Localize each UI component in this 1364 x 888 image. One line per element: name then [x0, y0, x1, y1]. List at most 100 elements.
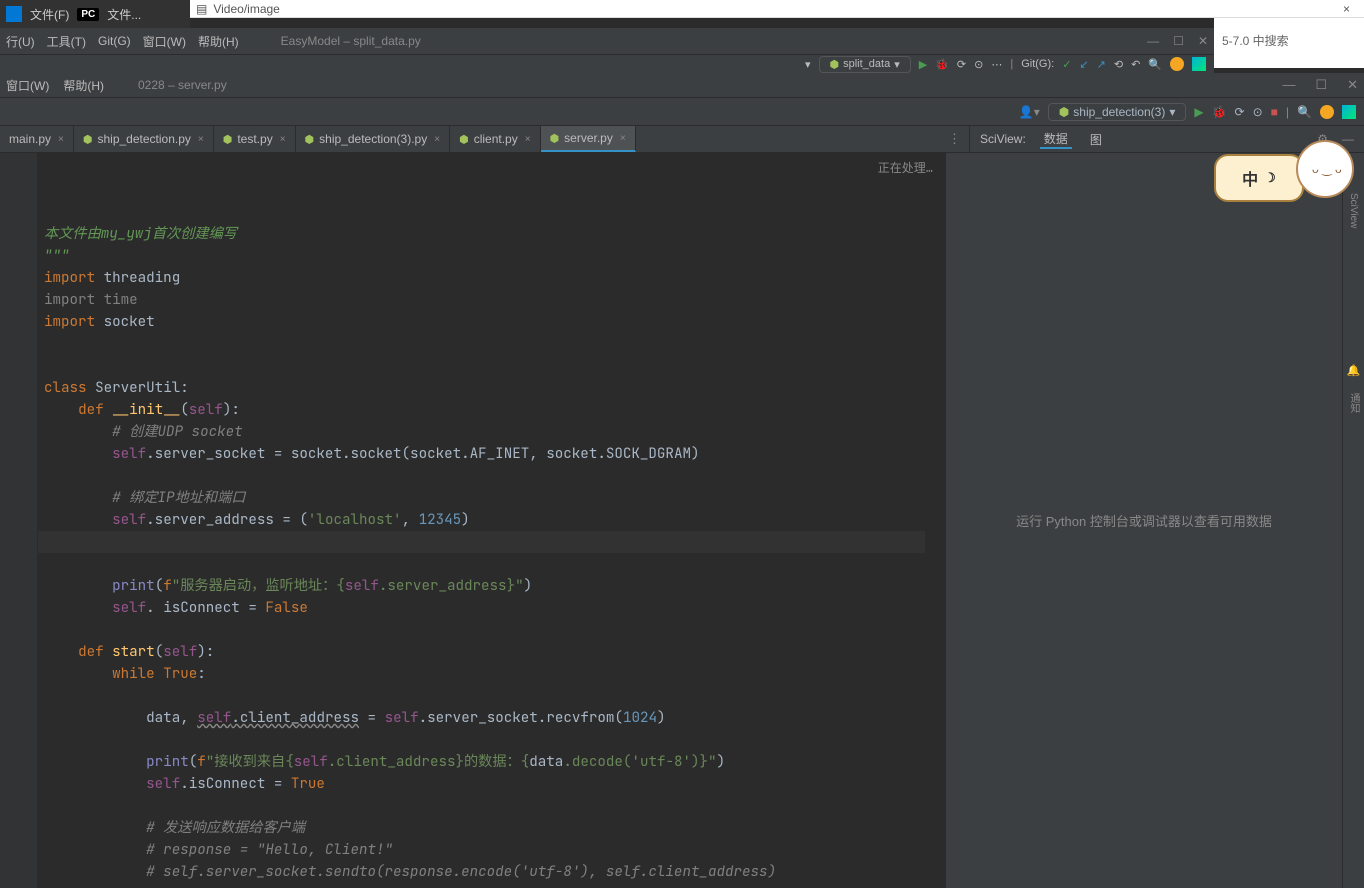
- plugin-icon[interactable]: [1342, 105, 1356, 119]
- menu-window[interactable]: 窗口(W): [6, 77, 49, 94]
- secondary-ide-title: EasyModel – split_data.py: [281, 34, 421, 48]
- tab-overflow-icon[interactable]: ⋮: [636, 126, 969, 152]
- git-push-icon[interactable]: ↗: [1097, 58, 1106, 71]
- tab-label: client.py: [474, 132, 518, 146]
- search-icon[interactable]: 🔍: [1297, 105, 1312, 119]
- win-minimize-icon[interactable]: —: [1282, 77, 1295, 93]
- background-window-titlebar: ▤ Video/image ×: [190, 0, 1364, 18]
- vscode-file-menu[interactable]: 文件(F): [30, 6, 69, 23]
- python-icon: ⬢: [305, 133, 315, 146]
- tab-client-py[interactable]: ⬢ client.py ×: [450, 126, 540, 152]
- code-processing-status: 正在处理…: [878, 157, 933, 179]
- dropdown-icon: ▾: [894, 58, 900, 71]
- run-config-selector[interactable]: ⬢ split_data ▾: [819, 56, 911, 73]
- git-update-icon[interactable]: ↙: [1079, 58, 1088, 71]
- tab-server-py[interactable]: ⬢ server.py ×: [541, 126, 636, 152]
- tab-label: ship_detection.py: [97, 132, 190, 146]
- menu-git[interactable]: Git(G): [98, 34, 131, 48]
- git-history-icon[interactable]: ⟲: [1114, 58, 1123, 71]
- debug-icon[interactable]: 🐞: [1212, 105, 1227, 119]
- coverage-icon[interactable]: ⟳: [1235, 105, 1245, 119]
- mascot-icon: [1296, 140, 1354, 198]
- profile-icon[interactable]: ⊙: [1253, 105, 1263, 119]
- menu-help[interactable]: 帮助(H): [198, 33, 239, 50]
- sciview-tab-data[interactable]: 数据: [1040, 130, 1072, 149]
- main-menubar: 窗口(W) 帮助(H) 0228 – server.py — ☐ ✕: [0, 73, 1364, 98]
- run-icon[interactable]: ▶: [919, 58, 927, 71]
- bg-close-button[interactable]: ×: [1335, 2, 1358, 16]
- python-icon: ⬢: [223, 133, 233, 146]
- secondary-ide-menubar: 行(U) 工具(T) Git(G) 窗口(W) 帮助(H) EasyModel …: [0, 28, 1214, 55]
- git-commit-icon[interactable]: ✓: [1062, 58, 1071, 71]
- editor-tab-strip: main.py × ⬢ ship_detection.py × ⬢ test.py × ⬢…: [0, 126, 1364, 153]
- main-title: 0228 – server.py: [138, 78, 227, 92]
- pycharm-badge-icon: PC: [77, 8, 99, 21]
- win-close-icon[interactable]: ✕: [1198, 34, 1208, 48]
- win-close-icon[interactable]: ✕: [1347, 77, 1358, 93]
- close-icon[interactable]: ×: [280, 134, 286, 145]
- plugin-icon[interactable]: [1192, 57, 1206, 71]
- bg-window-title: Video/image: [213, 2, 280, 16]
- debug-icon[interactable]: 🐞: [935, 58, 949, 71]
- add-config-icon[interactable]: ▾: [805, 58, 811, 71]
- tab-label: server.py: [564, 131, 613, 145]
- more-run-icon[interactable]: ⋯: [991, 58, 1002, 71]
- dropdown-icon: ▾: [1169, 105, 1175, 119]
- right-tool-strip: SciView 🔔 通知: [1342, 153, 1364, 888]
- stop-icon[interactable]: ■: [1271, 105, 1278, 119]
- code-editor[interactable]: 正在处理… 本文件由my_ywj首次创建编写 """ import thread…: [0, 153, 945, 888]
- secondary-ide-toolbar: ▾ ⬢ split_data ▾ ▶ 🐞 ⟳ ⊙ ⋯ | Git(G): ✓ ↙…: [0, 55, 1214, 73]
- search-icon[interactable]: 🔍: [1148, 58, 1162, 71]
- menu-window[interactable]: 窗口(W): [143, 33, 186, 50]
- close-icon[interactable]: ×: [58, 134, 64, 145]
- ime-pill: 中 ☽: [1214, 154, 1304, 202]
- tab-ship-detection-py[interactable]: ⬢ ship_detection.py ×: [74, 126, 214, 152]
- close-icon[interactable]: ×: [525, 134, 531, 145]
- close-icon[interactable]: ×: [434, 134, 440, 145]
- sciview-tab-chart[interactable]: 图: [1086, 131, 1106, 148]
- menu-help[interactable]: 帮助(H): [63, 77, 104, 94]
- win-maximize-icon[interactable]: ☐: [1173, 34, 1184, 48]
- pycharm-file-menu[interactable]: 文件...: [107, 6, 141, 23]
- gutter: [0, 153, 38, 888]
- background-search-field[interactable]: 5-7.0 中搜索: [1214, 18, 1364, 68]
- tab-label: test.py: [237, 132, 272, 146]
- sciview-empty-message: 运行 Python 控制台或调试器以查看可用数据: [1016, 511, 1272, 530]
- ai-assistant-icon[interactable]: [1170, 57, 1184, 71]
- python-icon: ⬢: [459, 133, 469, 146]
- python-icon: ⬢: [83, 133, 93, 146]
- git-rollback-icon[interactable]: ↶: [1131, 58, 1140, 71]
- tab-main-py[interactable]: main.py ×: [0, 126, 74, 152]
- main-run-config-label: ship_detection(3): [1073, 105, 1165, 119]
- ime-indicator-widget[interactable]: 中 ☽: [1214, 140, 1354, 218]
- main-toolbar: 👤▾ ⬢ ship_detection(3) ▾ ▶ 🐞 ⟳ ⊙ ■ | 🔍: [0, 98, 1364, 126]
- sciview-panel: 运行 Python 控制台或调试器以查看可用数据: [945, 153, 1342, 888]
- vscode-icon: [6, 6, 22, 22]
- profile-icon[interactable]: ⊙: [974, 58, 983, 71]
- notifications-label[interactable]: 通知: [1346, 393, 1361, 413]
- tab-ship-detection3-py[interactable]: ⬢ ship_detection(3).py ×: [296, 126, 451, 152]
- run-config-label: split_data: [843, 58, 890, 70]
- menu-run[interactable]: 行(U): [6, 33, 35, 50]
- main-run-config-selector[interactable]: ⬢ ship_detection(3) ▾: [1048, 103, 1187, 121]
- win-minimize-icon[interactable]: —: [1147, 34, 1159, 48]
- notifications-icon[interactable]: 🔔: [1347, 364, 1361, 377]
- win-maximize-icon[interactable]: ☐: [1315, 77, 1327, 93]
- tab-test-py[interactable]: ⬢ test.py ×: [214, 126, 296, 152]
- close-icon[interactable]: ×: [198, 134, 204, 145]
- tab-label: main.py: [9, 132, 51, 146]
- close-icon[interactable]: ×: [620, 133, 626, 144]
- vscode-titlebar: 文件(F) PC 文件...: [0, 0, 190, 28]
- ai-assistant-icon[interactable]: [1320, 105, 1334, 119]
- menu-tools[interactable]: 工具(T): [47, 33, 86, 50]
- bg-doc-icon: ▤: [196, 2, 207, 16]
- moon-icon: ☽: [1264, 170, 1276, 186]
- run-icon[interactable]: ▶: [1194, 105, 1203, 119]
- tab-label: ship_detection(3).py: [319, 132, 427, 146]
- python-icon: ⬢: [1059, 105, 1069, 119]
- user-icon[interactable]: 👤▾: [1019, 105, 1040, 119]
- coverage-icon[interactable]: ⟳: [957, 58, 966, 71]
- code-text[interactable]: 正在处理… 本文件由my_ywj首次创建编写 """ import thread…: [38, 153, 945, 888]
- ime-lang: 中: [1242, 166, 1258, 190]
- python-icon: ⬢: [550, 132, 560, 145]
